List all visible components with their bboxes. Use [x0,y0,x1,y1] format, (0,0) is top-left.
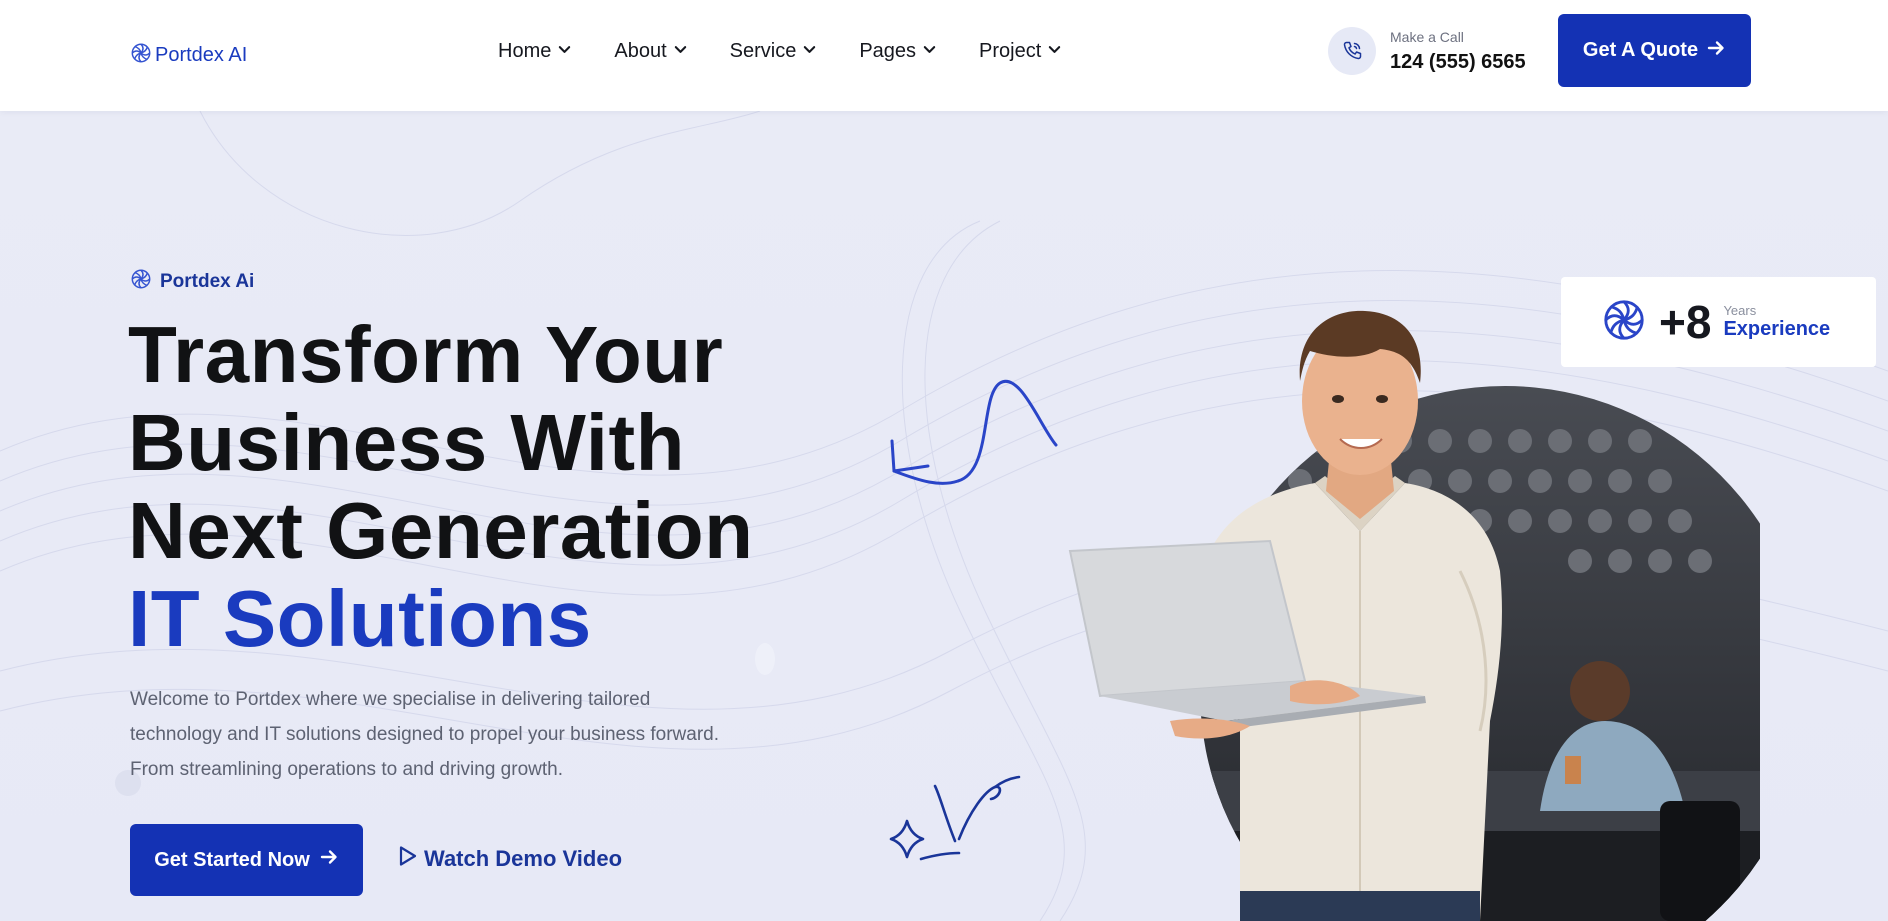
call-text: Make a Call 124 (555) 6565 [1390,29,1526,74]
experience-label: Years Experience [1723,303,1830,341]
intro-line: From streamlining operations to and driv… [130,759,563,780]
get-started-label: Get Started Now [154,848,310,871]
chevron-down-icon [557,40,572,63]
nav-item-label: About [614,40,667,62]
sparkle-doodle [889,775,1021,861]
chevron-down-icon [802,40,817,63]
call-label: Make a Call [1390,28,1464,45]
eyebrow-text: Portdex Ai [160,270,255,292]
get-started-button[interactable]: Get Started Now [130,824,363,896]
logo[interactable]: Portdex AI [130,42,247,69]
logo-swirl-icon [130,268,152,295]
site-header: Portdex AI Home About Service Pages Proj… [0,0,1888,111]
nav-item-label: Service [729,40,797,62]
hero-eyebrow: Portdex Ai [130,268,254,295]
logo-swirl-icon [1601,297,1647,348]
chevron-down-icon [922,40,937,63]
watch-demo-link[interactable]: Watch Demo Video [398,845,622,873]
get-quote-button[interactable]: Get A Quote [1558,14,1751,87]
watch-demo-label: Watch Demo Video [424,846,623,871]
call-contact[interactable]: Make a Call 124 (555) 6565 [1328,27,1526,75]
nav-item-label: Home [498,40,552,62]
intro-line: technology and IT solutions designed to … [130,724,720,745]
headline-line: Transform Your [128,310,724,399]
play-outline-icon [398,845,418,873]
nav-item-project[interactable]: Project [979,40,1062,63]
nav-item-pages[interactable]: Pages [859,40,937,63]
chevron-down-icon [673,40,688,63]
logo-swirl-icon [130,42,152,69]
hero-section: Portdex Ai Transform Your Business With … [0,111,1888,921]
phone-icon [1328,27,1376,75]
logo-text: Portdex AI [155,44,248,66]
nav-item-home[interactable]: Home [498,40,572,63]
headline-line: Business With [128,398,685,487]
hero-headline: Transform Your Business With Next Genera… [128,311,753,663]
experience-years-label: Years [1723,303,1757,318]
headline-line: Next Generation [128,486,754,575]
experience-card: +8 Years Experience [1561,277,1876,367]
arrow-right-icon [319,847,339,873]
headline-accent: IT Solutions [128,574,592,663]
hero-intro: Welcome to Portdex where we specialise i… [130,682,790,787]
squiggle-arrow-doodle [890,379,1058,485]
experience-word: Experience [1723,318,1831,340]
nav-item-service[interactable]: Service [730,40,818,63]
nav-item-label: Pages [859,40,917,62]
chevron-down-icon [1047,40,1062,63]
arrow-right-icon [1706,38,1726,64]
nav-item-about[interactable]: About [614,40,687,63]
call-number[interactable]: 124 (555) 6565 [1390,51,1526,74]
intro-line: Welcome to Portdex where we specialise i… [130,689,651,710]
experience-value: +8 [1659,296,1712,348]
nav-item-label: Project [979,40,1042,62]
main-nav: Home About Service Pages Project [498,40,1104,63]
get-quote-label: Get A Quote [1582,39,1699,61]
